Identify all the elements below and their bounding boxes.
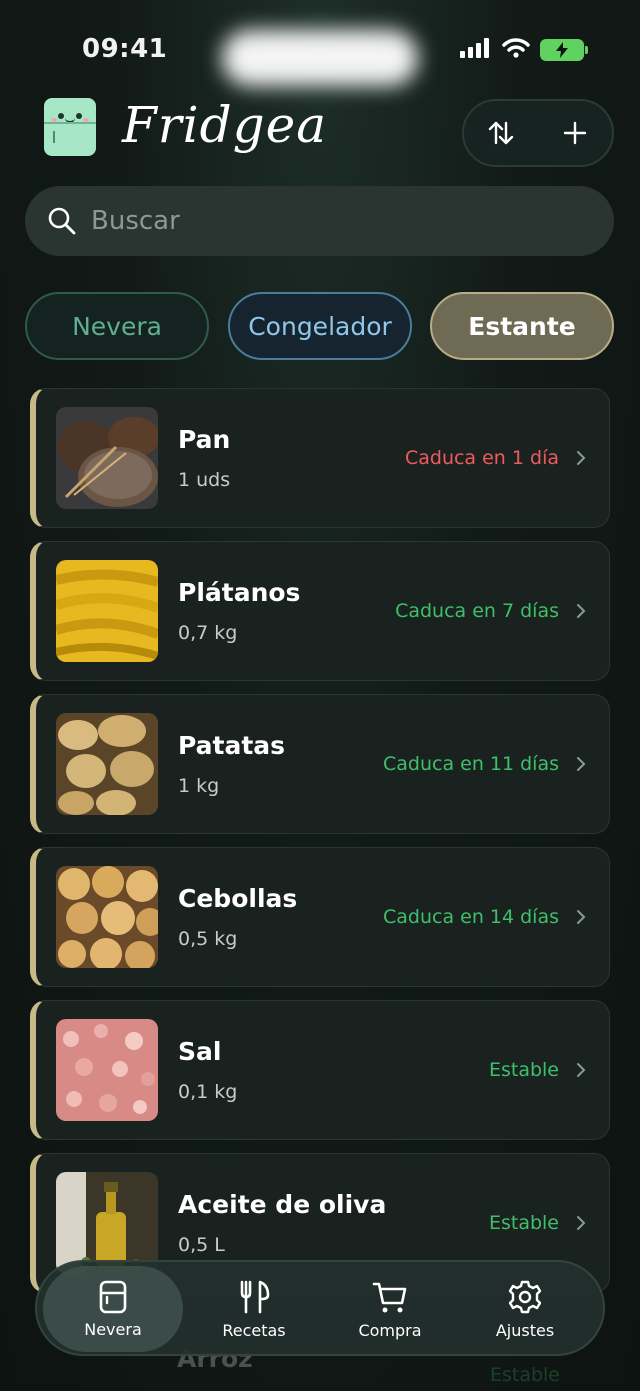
fridge-icon [99,1280,127,1313]
item-status: Estable [488,1059,559,1081]
nav-label: Ajustes [495,1320,555,1340]
chevron-right-icon [577,910,586,924]
item-name: Cebollas [178,884,298,913]
tab-congelador[interactable]: Congelador [228,292,412,360]
item-name: Pan [178,425,231,454]
sort-button[interactable] [475,107,527,159]
app-header: Fridgea [0,96,640,170]
chevron-right-icon [577,1216,586,1230]
tab-nevera[interactable]: Nevera [25,292,209,360]
salt-image [56,1019,158,1121]
status-icons [460,38,588,62]
bottom-tab-bar: Nevera Recetas Compra Ajustes [35,1260,605,1356]
onions-image [56,866,158,968]
item-quantity: 0,7 kg [178,622,238,644]
item-name: Plátanos [178,578,301,607]
chevron-right-icon [577,757,586,771]
item-quantity: 1 kg [178,775,220,797]
item-status: Estable [489,1364,560,1386]
item-quantity: 0,1 kg [178,1081,238,1103]
nav-recetas[interactable]: Recetas [184,1266,324,1352]
item-quantity: 1 uds [178,469,231,491]
wifi-icon [502,38,530,62]
item-name: Sal [178,1037,222,1066]
item-name: Patatas [178,731,286,760]
gear-icon [508,1280,542,1313]
item-status: Caduca en 11 días [382,753,559,775]
item-quantity: 0,5 kg [178,928,238,950]
item-name: Aceite de oliva [178,1190,387,1219]
add-item-button[interactable] [549,107,601,159]
list-item-platanos[interactable]: Plátanos 0,7 kg Caduca en 7 días [30,541,610,681]
search-bar[interactable] [25,186,614,256]
search-input[interactable] [91,206,551,236]
chevron-right-icon [577,1063,586,1077]
item-status: Caduca en 7 días [395,600,559,622]
clock: 09:41 [82,34,168,64]
item-status: Estable [488,1212,559,1234]
status-bar: 09:41 [0,0,640,100]
item-status: Caduca en 14 días [382,906,559,928]
app-title: Fridgea [122,96,327,154]
app-logo-icon [44,98,96,156]
chevron-right-icon [577,451,586,465]
nav-label: Recetas [222,1320,286,1340]
nav-ajustes[interactable]: Ajustes [455,1266,595,1352]
signal-icon [460,38,492,62]
dynamic-island [222,30,418,86]
tab-estante[interactable]: Estante [430,292,614,360]
bread-image [56,407,158,509]
list-item-sal[interactable]: Sal 0,1 kg Estable [30,1000,610,1140]
nav-nevera[interactable]: Nevera [43,1266,183,1352]
fork-knife-icon [240,1280,270,1313]
nav-label: Compra [358,1320,422,1340]
header-actions [462,99,614,167]
list-item-cebollas[interactable]: Cebollas 0,5 kg Caduca en 14 días [30,847,610,987]
plus-icon [563,121,587,145]
list-item-pan[interactable]: Pan 1 uds Caduca en 1 día [30,388,610,528]
sort-icon [488,121,514,145]
nav-label: Nevera [84,1319,142,1339]
search-icon [48,207,76,235]
chevron-right-icon [577,604,586,618]
nav-compra[interactable]: Compra [320,1266,460,1352]
category-tabs: Nevera Congelador Estante [25,292,615,360]
list-item-patatas[interactable]: Patatas 1 kg Caduca en 11 días [30,694,610,834]
bananas-image [56,560,158,662]
olive-oil-image [56,1172,158,1274]
cart-icon [372,1282,407,1312]
item-status: Caduca en 1 día [404,447,559,469]
battery-icon [540,39,588,61]
item-quantity: 0,5 L [178,1234,225,1256]
potatoes-image [56,713,158,815]
